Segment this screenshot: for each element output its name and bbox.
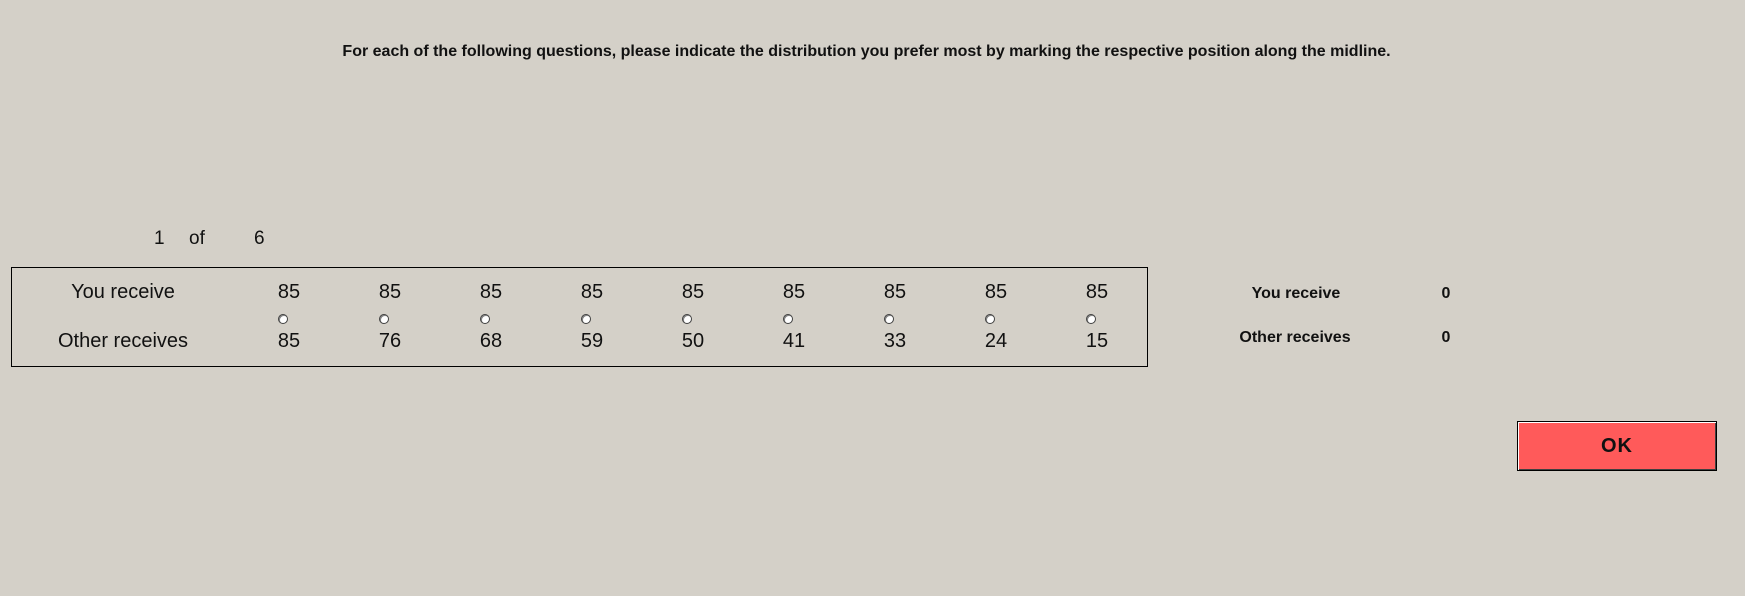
other-value: 68 [479, 330, 503, 352]
instruction-text: For each of the following questions, ple… [342, 43, 1391, 60]
distribution-radio-2[interactable] [379, 314, 389, 324]
you-receive-row-label: You receive [71, 281, 175, 303]
you-value: 85 [883, 281, 907, 303]
distribution-radio-9[interactable] [1086, 314, 1096, 324]
other-value: 33 [883, 330, 907, 352]
summary-you-receive-value: 0 [1441, 285, 1451, 302]
other-value: 59 [580, 330, 604, 352]
summary-other-receives-label: Other receives [1239, 329, 1351, 346]
you-value: 85 [1085, 281, 1109, 303]
distribution-radio-7[interactable] [884, 314, 894, 324]
you-value: 85 [378, 281, 402, 303]
other-value: 85 [277, 330, 301, 352]
question-counter-total: 6 [254, 228, 265, 249]
you-value: 85 [984, 281, 1008, 303]
other-value: 24 [984, 330, 1008, 352]
other-value: 76 [378, 330, 402, 352]
other-value: 50 [681, 330, 705, 352]
other-value: 15 [1085, 330, 1109, 352]
distribution-radio-8[interactable] [985, 314, 995, 324]
you-value: 85 [479, 281, 503, 303]
you-value: 85 [277, 281, 301, 303]
you-value: 85 [681, 281, 705, 303]
you-value: 85 [580, 281, 604, 303]
distribution-radio-4[interactable] [581, 314, 591, 324]
ok-button[interactable]: OK [1517, 421, 1717, 471]
other-receives-row-label: Other receives [57, 330, 189, 352]
distribution-radio-6[interactable] [783, 314, 793, 324]
distribution-radio-3[interactable] [480, 314, 490, 324]
other-value: 41 [782, 330, 806, 352]
summary-other-receives-value: 0 [1441, 329, 1451, 346]
distribution-radio-5[interactable] [682, 314, 692, 324]
question-counter-current: 1 [154, 228, 165, 249]
question-counter-of: of [189, 228, 205, 249]
distribution-radio-1[interactable] [278, 314, 288, 324]
you-value: 85 [782, 281, 806, 303]
distribution-slider: You receive Other receives 85 85 85 76 8… [11, 267, 1148, 367]
summary-you-receive-label: You receive [1251, 285, 1341, 302]
